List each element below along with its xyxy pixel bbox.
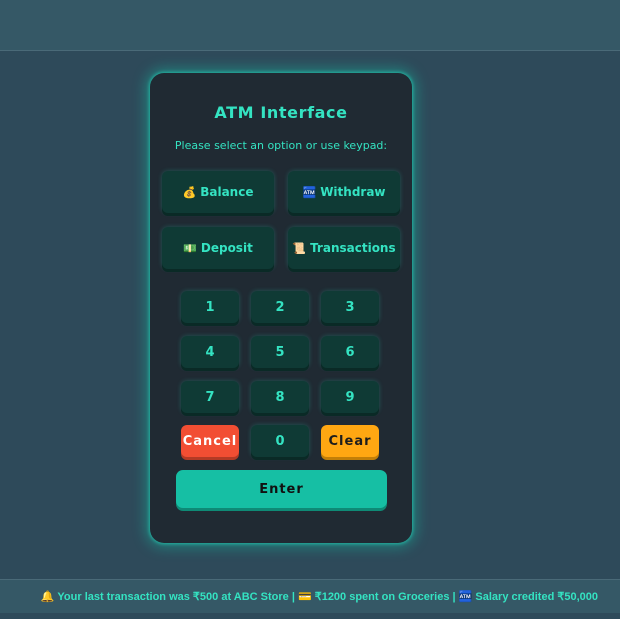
key-7[interactable]: 7 <box>181 381 239 413</box>
transactions-label: Transactions <box>310 241 396 255</box>
deposit-button[interactable]: 💵 Deposit <box>162 227 274 269</box>
key-8[interactable]: 8 <box>251 381 309 413</box>
key-5[interactable]: 5 <box>251 336 309 368</box>
ticker-text: 🔔 Your last transaction was ₹500 at ABC … <box>40 591 598 603</box>
atm-icon: 🏧 <box>302 185 317 199</box>
key-2[interactable]: 2 <box>251 291 309 323</box>
banknote-icon: 💵 <box>183 241 197 255</box>
notification-ticker: 🔔 Your last transaction was ₹500 at ABC … <box>0 579 620 613</box>
enter-button[interactable]: Enter <box>176 470 387 508</box>
key-9[interactable]: 9 <box>321 381 379 413</box>
key-0[interactable]: 0 <box>251 425 309 457</box>
atm-panel: ATM Interface Please select an option or… <box>150 73 412 543</box>
deposit-label: Deposit <box>200 241 253 255</box>
transactions-button[interactable]: 📜 Transactions <box>288 227 400 269</box>
money-bag-icon: 💰 <box>182 185 197 199</box>
clear-button[interactable]: Clear <box>321 425 379 457</box>
atm-subtitle: Please select an option or use keypad: <box>174 139 388 152</box>
top-bar <box>0 0 620 51</box>
withdraw-label: Withdraw <box>320 185 386 199</box>
withdraw-button[interactable]: 🏧 Withdraw <box>288 171 400 213</box>
balance-button[interactable]: 💰 Balance <box>162 171 274 213</box>
balance-label: Balance <box>200 185 254 199</box>
cancel-button[interactable]: Cancel <box>181 425 239 457</box>
atm-title: ATM Interface <box>214 103 348 122</box>
scroll-icon: 📜 <box>292 241 307 255</box>
key-6[interactable]: 6 <box>321 336 379 368</box>
key-3[interactable]: 3 <box>321 291 379 323</box>
key-1[interactable]: 1 <box>181 291 239 323</box>
key-4[interactable]: 4 <box>181 336 239 368</box>
